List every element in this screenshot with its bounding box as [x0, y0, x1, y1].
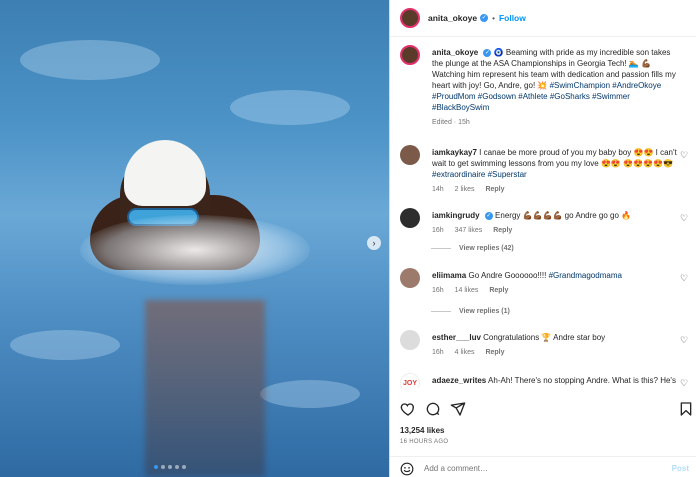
- view-replies-button[interactable]: View replies (42): [431, 245, 514, 252]
- comment-likes[interactable]: 4 likes: [455, 349, 475, 356]
- emoji-smile-icon[interactable]: [400, 462, 414, 476]
- comment-like-heart-icon[interactable]: ♡: [680, 151, 689, 160]
- verified-badge-icon: ✓: [484, 211, 493, 220]
- post-actions: [390, 396, 696, 422]
- post-header: anita_okoye ✓ • Follow: [390, 0, 696, 37]
- separator: •: [492, 13, 495, 23]
- comment-like-heart-icon[interactable]: ♡: [680, 336, 689, 345]
- instagram-post-view: › anita_okoye ✓ • Follow anita_okoye ✓ 🧿…: [0, 0, 696, 477]
- reply-button[interactable]: Reply: [489, 287, 508, 294]
- comment-likes[interactable]: 2 likes: [455, 186, 475, 193]
- post-photo[interactable]: ›: [0, 0, 389, 477]
- heart-icon[interactable]: [400, 401, 416, 417]
- bookmark-icon[interactable]: [678, 401, 694, 417]
- comment-likes[interactable]: 347 likes: [455, 227, 483, 234]
- likes-count[interactable]: 13,254 likes: [400, 426, 444, 435]
- comment-like-heart-icon[interactable]: ♡: [680, 214, 689, 223]
- comment-text: Go Andre Goooooo!!!!: [468, 271, 547, 280]
- author-username[interactable]: anita_okoye: [428, 13, 477, 23]
- comment-icon[interactable]: [425, 401, 441, 417]
- comment-time: 16h: [432, 287, 444, 294]
- comment-time: 14h: [432, 186, 444, 193]
- caption-username[interactable]: anita_okoye: [432, 48, 478, 57]
- reply-button[interactable]: Reply: [485, 186, 504, 193]
- view-replies-button[interactable]: View replies (1): [431, 308, 510, 315]
- carousel-dots: [154, 465, 186, 469]
- caption-meta: Edited · 15h: [432, 119, 470, 126]
- post-comment-button[interactable]: Post: [672, 464, 689, 473]
- follow-button[interactable]: Follow: [499, 13, 526, 23]
- comment-time: 16h: [432, 349, 444, 356]
- commenter-avatar[interactable]: [400, 330, 420, 350]
- commenter-username[interactable]: eliimama: [432, 271, 466, 280]
- share-icon[interactable]: [450, 401, 466, 417]
- water-splash: [80, 215, 310, 285]
- reply-button[interactable]: Reply: [493, 227, 512, 234]
- comment-hashtags[interactable]: #Grandmagodmama: [549, 271, 622, 280]
- comment-like-heart-icon[interactable]: ♡: [680, 379, 689, 388]
- comment-likes[interactable]: 14 likes: [455, 287, 479, 294]
- comments-scroll-area[interactable]: anita_okoye ✓ 🧿 Beaming with pride as my…: [390, 38, 696, 388]
- comment-emojis: 😍😍😍😍😎: [623, 159, 673, 168]
- swim-cap: [124, 140, 206, 206]
- post-sidebar: anita_okoye ✓ • Follow anita_okoye ✓ 🧿 B…: [389, 0, 696, 477]
- commenter-avatar[interactable]: [400, 145, 420, 165]
- commenter-username[interactable]: esther___luv: [432, 333, 481, 342]
- comment-hashtags[interactable]: #extraordinaire #Superstar: [432, 170, 527, 179]
- verified-badge-icon: ✓: [480, 14, 489, 22]
- commenter-username[interactable]: iamkingrudy: [432, 211, 480, 220]
- comment-text: Energy 💪🏾💪🏾💪🏾💪🏾 go Andre go go 🔥: [495, 211, 632, 220]
- post-time: 16 HOURS AGO: [400, 439, 449, 445]
- verified-badge-icon: ✓: [483, 48, 492, 57]
- add-comment-input[interactable]: [424, 460, 654, 476]
- commenter-avatar[interactable]: JOY: [400, 373, 420, 388]
- commenter-username[interactable]: iamkaykay7: [432, 148, 477, 157]
- commenter-avatar[interactable]: [400, 268, 420, 288]
- author-avatar[interactable]: [400, 8, 420, 28]
- caption-avatar[interactable]: [400, 45, 420, 65]
- commenter-username[interactable]: adaeze_writes: [432, 376, 486, 385]
- commenter-avatar[interactable]: [400, 208, 420, 228]
- add-comment-bar: Post: [390, 456, 696, 477]
- comment-text: Congratulations 🏆 Andre star boy: [483, 333, 606, 342]
- comment-time: 16h: [432, 227, 444, 234]
- reply-button[interactable]: Reply: [485, 349, 504, 356]
- comment-like-heart-icon[interactable]: ♡: [680, 274, 689, 283]
- carousel-next-button[interactable]: ›: [367, 236, 381, 250]
